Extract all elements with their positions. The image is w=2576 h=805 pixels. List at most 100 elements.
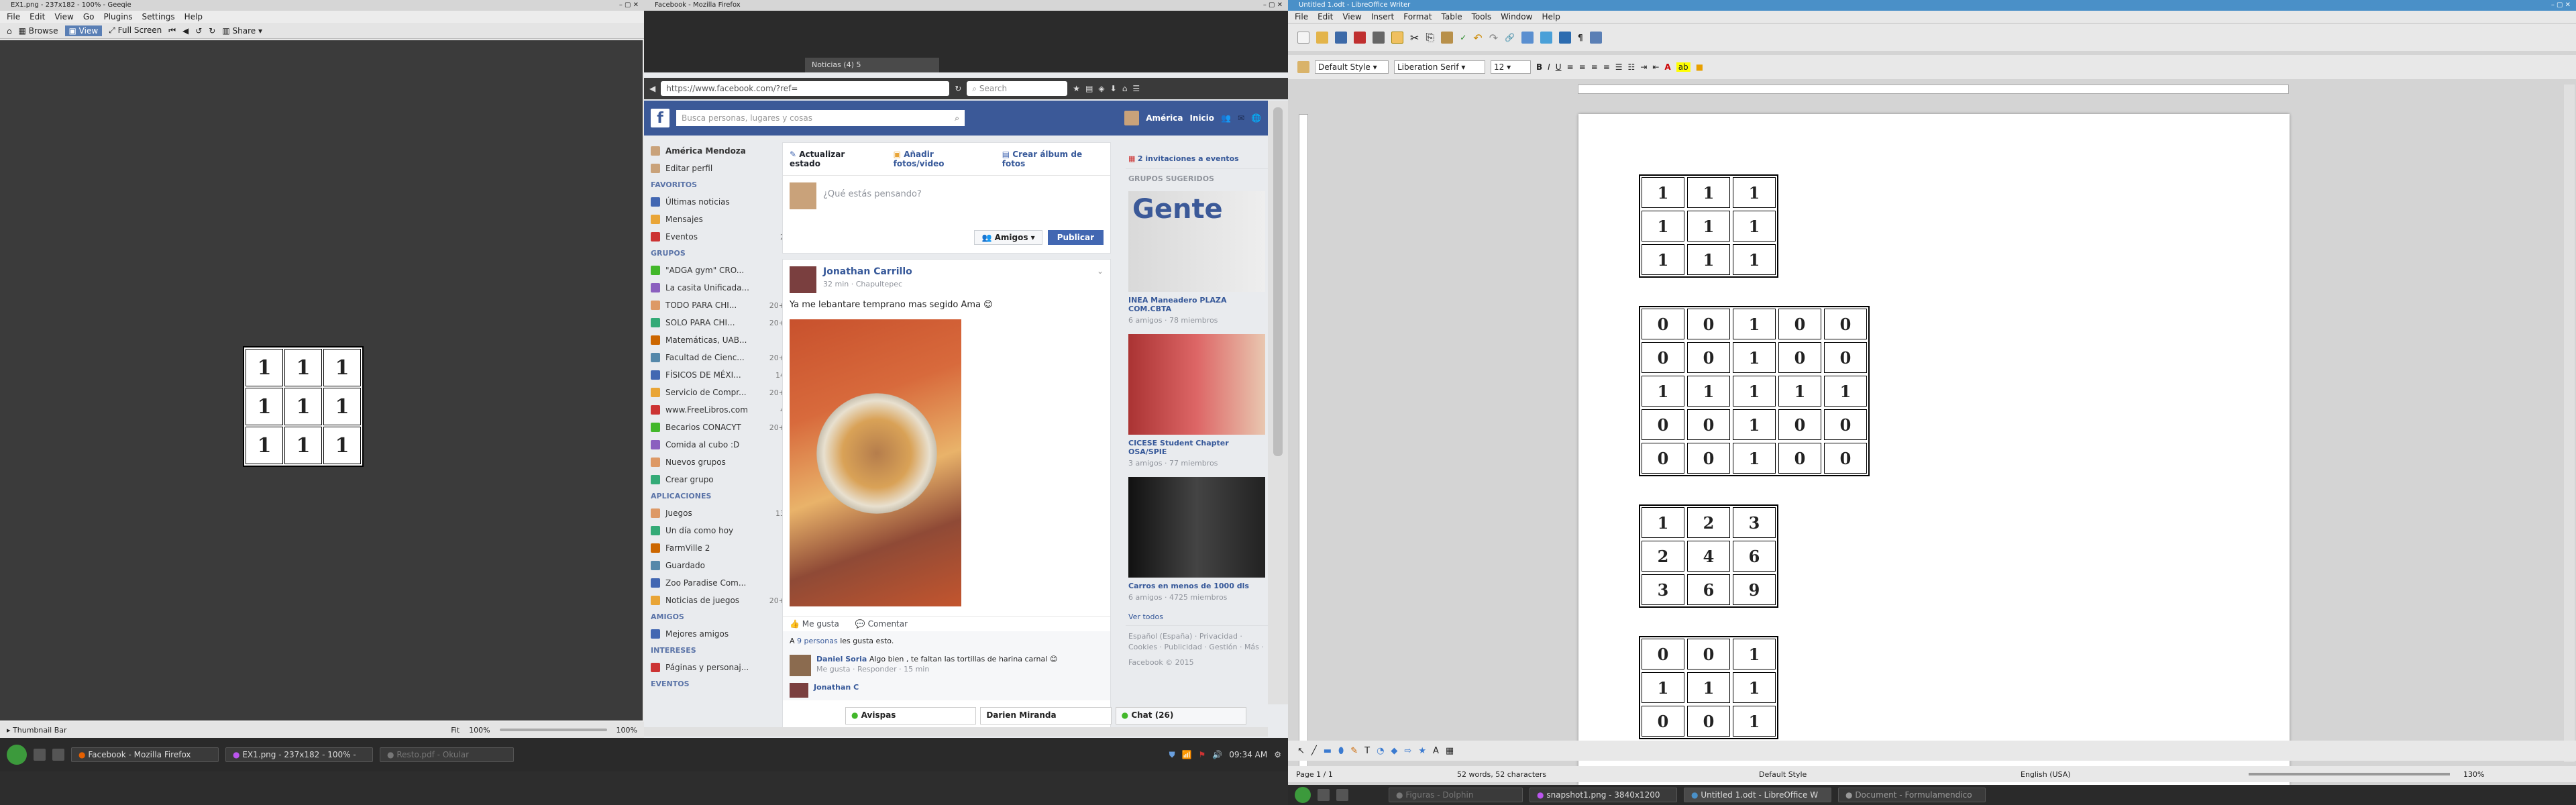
text-icon[interactable]: T bbox=[1364, 746, 1370, 756]
bookmark-icon[interactable]: ★ bbox=[1073, 84, 1080, 93]
taskbar-formula[interactable]: ● Document - Formulamendico bbox=[1838, 788, 1986, 802]
zoom-slider[interactable] bbox=[2249, 773, 2450, 775]
thumbnail-toggle[interactable]: ▸ Thumbnail Bar bbox=[7, 726, 67, 735]
cut-icon[interactable]: ✂ bbox=[1410, 32, 1419, 44]
avatar[interactable] bbox=[790, 655, 811, 676]
see-all-link[interactable]: Ver todos bbox=[1126, 608, 1268, 626]
like-button[interactable]: 👍 Me gusta bbox=[790, 619, 839, 629]
numbering-icon[interactable]: ☷ bbox=[1628, 62, 1635, 72]
scrollbar-thumb[interactable] bbox=[1273, 107, 1283, 456]
avatar[interactable] bbox=[1124, 111, 1140, 125]
sidebar-item-group[interactable]: www.FreeLibros.com4 bbox=[651, 401, 785, 419]
taskbar-snapshot[interactable]: ● snapshot1.png - 3840x1200 bbox=[1529, 788, 1677, 802]
table-icon[interactable] bbox=[1521, 32, 1534, 44]
messages-icon[interactable]: ✉ bbox=[1238, 113, 1244, 123]
clock[interactable]: 09:34 AM bbox=[1229, 750, 1267, 759]
table-cell[interactable]: 6 bbox=[1733, 541, 1776, 572]
table-cell[interactable]: 1 bbox=[1733, 342, 1776, 373]
table-cell[interactable]: 1 bbox=[1687, 376, 1730, 407]
firefox-tab[interactable]: Noticias (4) 5 + bbox=[805, 58, 939, 72]
post-options-icon[interactable]: ⌄ bbox=[1097, 266, 1104, 293]
table-cell[interactable]: 0 bbox=[1824, 309, 1867, 339]
reload-icon[interactable]: ↻ bbox=[955, 84, 961, 93]
taskbar-okular[interactable]: ● Resto.pdf - Okular bbox=[380, 747, 514, 762]
table-cell[interactable]: 4 bbox=[1687, 541, 1730, 572]
file-manager-icon[interactable] bbox=[1336, 789, 1348, 801]
show-desktop-icon[interactable] bbox=[34, 749, 46, 761]
table-cell[interactable]: 1 bbox=[1733, 706, 1776, 737]
formatting-marks-icon[interactable]: ¶ bbox=[1578, 33, 1583, 42]
table-cell[interactable]: 1 bbox=[1642, 672, 1684, 703]
sidebar-item-group[interactable]: FÍSICOS DE MÉXI... 14 bbox=[651, 366, 785, 384]
table-cell[interactable]: 1 bbox=[1733, 639, 1776, 669]
table-cell[interactable]: 0 bbox=[1824, 342, 1867, 373]
table-cell[interactable]: 1 bbox=[1733, 443, 1776, 474]
italic-icon[interactable]: I bbox=[1548, 62, 1550, 72]
callout-icon[interactable]: ◔ bbox=[1377, 746, 1384, 756]
arrows-icon[interactable]: ⇨ bbox=[1404, 746, 1411, 756]
fb-logo-icon[interactable]: f bbox=[651, 109, 669, 127]
table-cell[interactable]: 0 bbox=[1778, 342, 1821, 373]
document-table[interactable]: 123246369 bbox=[1639, 504, 1778, 608]
fullscreen-button[interactable]: ⤢ Full Screen bbox=[109, 25, 162, 36]
table-cell[interactable]: 0 bbox=[1824, 443, 1867, 474]
copy-icon[interactable]: ⎘ bbox=[1426, 31, 1434, 44]
pocket-icon[interactable]: ◈ bbox=[1098, 84, 1104, 93]
share-button[interactable]: ▥ Share ▾ bbox=[222, 26, 262, 36]
vertical-scrollbar[interactable] bbox=[2564, 85, 2575, 762]
table-cell[interactable]: 0 bbox=[1687, 443, 1730, 474]
line-icon[interactable]: ╱ bbox=[1311, 746, 1317, 756]
tray-settings-icon[interactable]: ⚙ bbox=[1274, 750, 1281, 759]
start-menu-icon[interactable] bbox=[7, 745, 27, 765]
prev-image-icon[interactable]: ◀ bbox=[182, 26, 189, 36]
font-size-select[interactable]: 12 ▾ bbox=[1491, 60, 1531, 74]
home-icon[interactable]: ⌂ bbox=[1122, 84, 1128, 93]
table-cell[interactable]: 3 bbox=[1642, 574, 1684, 605]
undo-icon[interactable]: ↶ bbox=[1473, 32, 1482, 44]
table-cell[interactable]: 1 bbox=[1733, 409, 1776, 440]
menu-view[interactable]: View bbox=[1342, 11, 1361, 23]
sidebar-item-app[interactable]: Guardado bbox=[651, 557, 785, 574]
table-cell[interactable]: 1 bbox=[1687, 244, 1730, 275]
outdent-icon[interactable]: ⇤ bbox=[1652, 62, 1659, 72]
chat-tab-avispas[interactable]: ● Avispas bbox=[845, 707, 977, 724]
sidebar-profile[interactable]: América Mendoza bbox=[651, 142, 785, 160]
taskbar-geeqie[interactable]: ● EX1.png - 237x182 - 100% - bbox=[225, 747, 373, 762]
table-cell[interactable]: 1 bbox=[1642, 376, 1684, 407]
table-cell[interactable]: 6 bbox=[1687, 574, 1730, 605]
image-icon[interactable] bbox=[1540, 32, 1553, 44]
table-cell[interactable]: 0 bbox=[1824, 409, 1867, 440]
sidebar-item-group[interactable]: Facultad de Cienc... 20+ bbox=[651, 349, 785, 366]
sidebar-item-app[interactable]: Juegos 13 bbox=[651, 504, 785, 522]
image-viewport[interactable]: 111111111 bbox=[0, 40, 643, 720]
print-icon[interactable] bbox=[1373, 32, 1385, 44]
font-name-select[interactable]: Liberation Serif ▾ bbox=[1394, 60, 1485, 74]
table-cell[interactable]: 2 bbox=[1687, 507, 1730, 538]
document-table[interactable]: 111111111 bbox=[1639, 174, 1778, 278]
status-style[interactable]: Default Style bbox=[1759, 770, 2021, 779]
sidebar-item-group[interactable]: Servicio de Compr... 20+ bbox=[651, 384, 785, 401]
sidebar-item-group[interactable]: Comida al cubo :D bbox=[651, 436, 785, 453]
sidebar-item-group[interactable]: Becarios CONACYT 20+ bbox=[651, 419, 785, 436]
document-table[interactable]: 0010000100111110010000100 bbox=[1639, 306, 1870, 476]
save-icon[interactable] bbox=[1335, 32, 1347, 44]
bullets-icon[interactable]: ☰ bbox=[1615, 62, 1623, 72]
fb-footer[interactable]: Español (España) · Privacidad · Cookies … bbox=[1126, 626, 1268, 658]
edit-mode-icon[interactable] bbox=[1391, 32, 1403, 44]
comment-button[interactable]: 💬 Comentar bbox=[855, 619, 908, 629]
paragraph-style-select[interactable]: Default Style ▾ bbox=[1315, 60, 1389, 74]
menu-window[interactable]: Window bbox=[1501, 11, 1532, 23]
underline-icon[interactable]: U bbox=[1556, 62, 1562, 72]
indent-icon[interactable]: ⇥ bbox=[1640, 62, 1647, 72]
table-cell[interactable]: 1 bbox=[1642, 244, 1684, 275]
group-banner[interactable] bbox=[1128, 334, 1265, 435]
table-cell[interactable]: 1 bbox=[1642, 177, 1684, 208]
table-cell[interactable]: 1 bbox=[1733, 177, 1776, 208]
table-cell[interactable]: 2 bbox=[1642, 541, 1684, 572]
view-button[interactable]: ▣ View bbox=[64, 25, 103, 36]
likes-link[interactable]: 9 personas bbox=[797, 637, 838, 645]
rotate-left-icon[interactable]: ↺ bbox=[195, 26, 202, 36]
table-cell[interactable]: 0 bbox=[1642, 706, 1684, 737]
first-image-icon[interactable]: ⏮ bbox=[168, 25, 176, 36]
vertical-ruler[interactable] bbox=[1299, 114, 1308, 771]
